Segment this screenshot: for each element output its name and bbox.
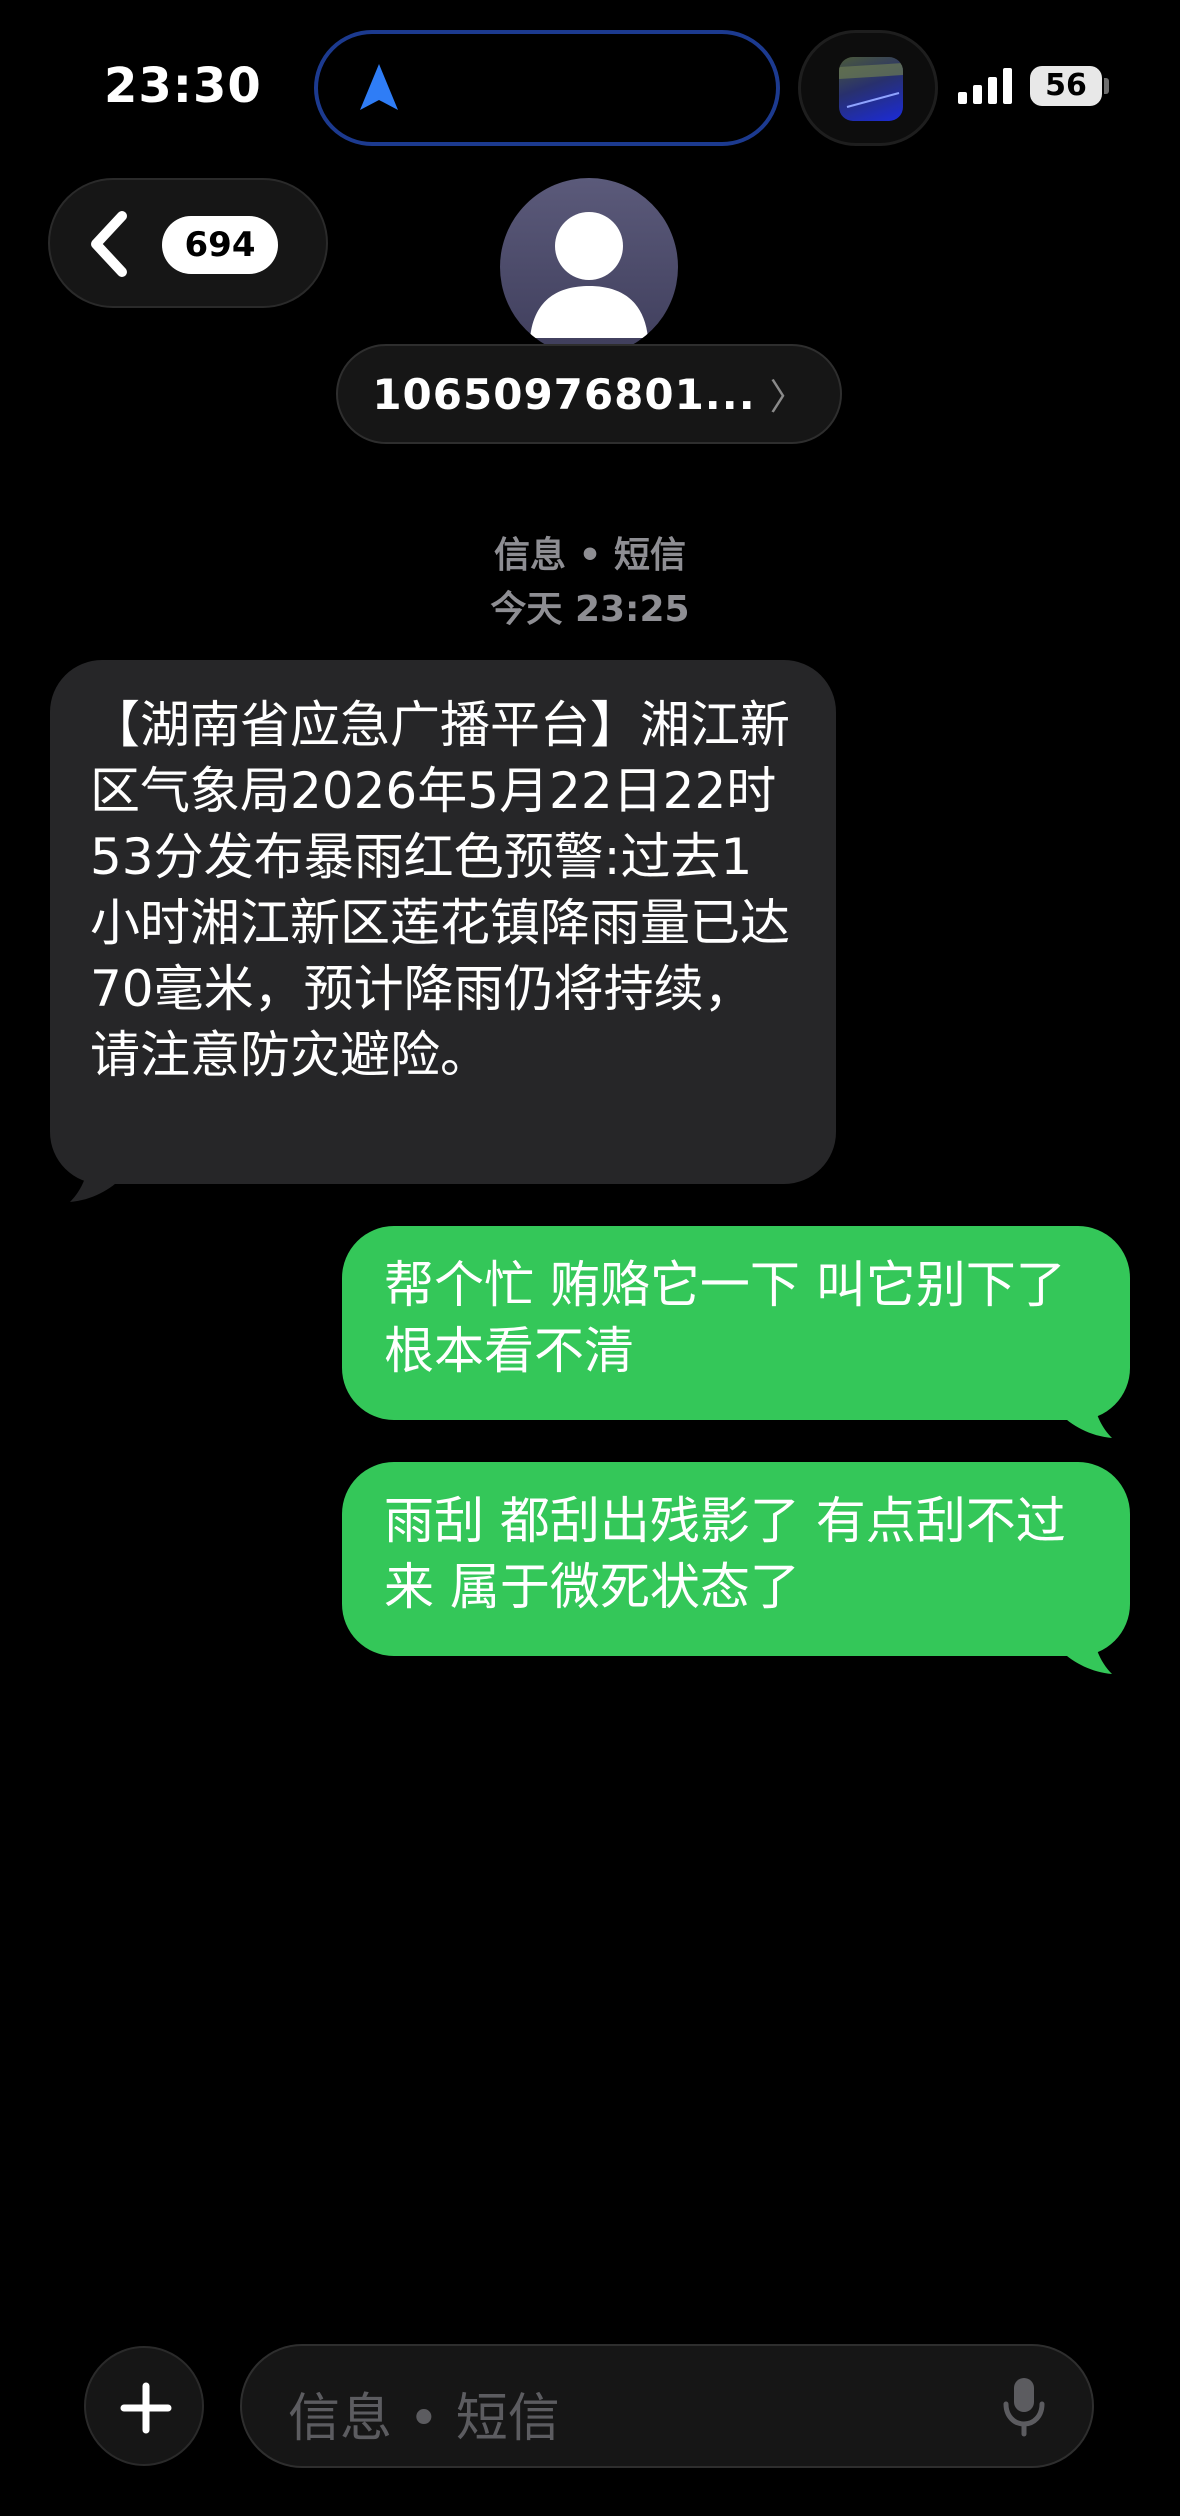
outgoing-message-bubble[interactable]: 帮个忙 贿赂它一下 叫它别下了 根本看不清: [342, 1226, 1130, 1420]
dynamic-island-navigation[interactable]: [314, 30, 780, 146]
outgoing-bubble-tail: [1058, 1620, 1112, 1674]
location-arrow-icon: [360, 64, 398, 110]
contact-number: 10650976801...: [372, 369, 756, 419]
thread-timestamp: 今天 23:25: [490, 589, 690, 630]
battery-cap: [1104, 78, 1109, 94]
plus-icon: [120, 2382, 172, 2434]
contact-avatar[interactable]: [500, 178, 678, 356]
person-icon: [530, 212, 648, 338]
contact-name-button[interactable]: 10650976801... 〉: [336, 344, 842, 444]
incoming-bubble-tail: [70, 1148, 124, 1202]
outgoing-message-bubble[interactable]: 雨刮 都刮出残影了 有点刮不过来 属于微死状态了: [342, 1462, 1130, 1656]
battery-indicator: 56: [1030, 66, 1102, 106]
status-time: 23:30: [104, 58, 262, 114]
outgoing-bubble-tail: [1058, 1384, 1112, 1438]
incoming-message-bubble[interactable]: 【湖南省应急广播平台】湘江新区气象局2026年5月22日22时53分发布暴雨红色…: [50, 660, 836, 1184]
add-attachment-button[interactable]: [84, 2346, 204, 2466]
back-button[interactable]: 694: [48, 178, 328, 308]
service-label: 信息 • 短信: [493, 535, 687, 576]
chevron-right-icon: 〉: [769, 377, 806, 418]
live-activity-thumbnail[interactable]: [798, 30, 938, 146]
message-input[interactable]: 信息 • 短信: [240, 2344, 1094, 2468]
chevron-left-icon: [91, 211, 127, 277]
message-input-placeholder: 信息 • 短信: [288, 2389, 560, 2449]
media-thumbnail-image: [839, 57, 903, 121]
microphone-icon[interactable]: [1002, 2376, 1046, 2438]
unread-count-badge: 694: [162, 216, 278, 274]
cellular-signal-icon: [958, 68, 1012, 104]
